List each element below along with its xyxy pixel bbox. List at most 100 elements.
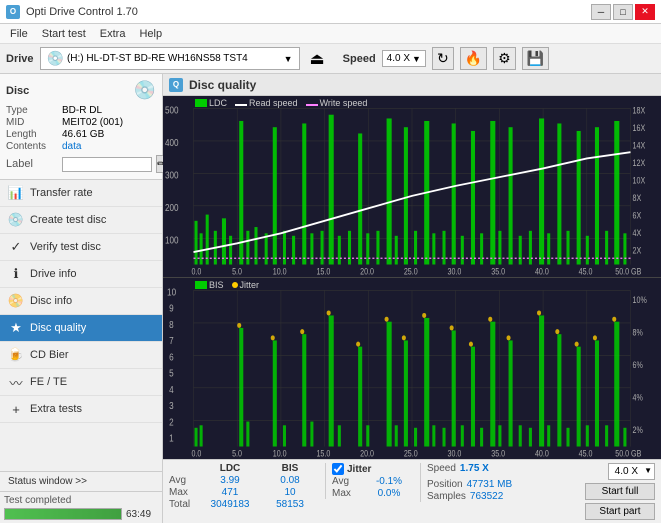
chart-header-icon: Q [169, 78, 183, 92]
avg-jitter-row: Avg -0.1% [332, 476, 414, 487]
position-value: 47731 MB [467, 479, 513, 490]
sidebar-item-cd-bier[interactable]: 🍺 CD Bier [0, 342, 162, 369]
transfer-rate-icon: 📊 [8, 185, 24, 201]
sidebar-item-extra-tests[interactable]: + Extra tests [0, 396, 162, 423]
speed-stat-value: 1.75 X [460, 463, 489, 474]
svg-text:6X: 6X [633, 211, 642, 221]
menu-file[interactable]: File [4, 27, 34, 41]
sidebar-item-drive-info[interactable]: ℹ Drive info [0, 261, 162, 288]
max-ldc-value: 471 [201, 487, 259, 498]
svg-text:5.0: 5.0 [232, 449, 242, 459]
svg-text:10%: 10% [633, 295, 647, 305]
svg-text:3: 3 [169, 400, 174, 411]
top-chart-legend: LDC Read speed Write speed [195, 98, 367, 108]
bottom-chart: 10 9 8 7 6 5 4 3 2 1 10% 8% 6% 4% 2% [163, 278, 661, 459]
burn-button[interactable]: 🔥 [460, 47, 487, 70]
speed-select-arrow: ▼ [644, 466, 652, 475]
maximize-button[interactable]: □ [613, 4, 633, 20]
svg-text:10: 10 [167, 287, 176, 298]
sidebar-item-transfer-rate[interactable]: 📊 Transfer rate [0, 180, 162, 207]
svg-text:4X: 4X [633, 228, 642, 238]
max-jitter-value: 0.0% [364, 488, 414, 499]
settings-button[interactable]: ⚙ [493, 47, 516, 70]
svg-text:50.0 GB: 50.0 GB [615, 267, 641, 277]
write-speed-legend-color [306, 104, 318, 106]
menu-extra[interactable]: Extra [94, 27, 132, 41]
menu-start-test[interactable]: Start test [36, 27, 92, 41]
jitter-header: Jitter [332, 463, 414, 475]
speed-select-dropdown[interactable]: 4.0 X ▼ [608, 463, 655, 480]
sidebar-item-label-extra-tests: Extra tests [30, 403, 82, 415]
total-bis-value: 58153 [261, 499, 319, 510]
status-window-button[interactable]: Status window >> [0, 471, 162, 491]
chart-panel: Q Disc quality [163, 74, 661, 523]
svg-text:10.0: 10.0 [273, 449, 287, 459]
disc-type-row: Type BD-R DL [6, 105, 156, 116]
svg-text:30.0: 30.0 [448, 449, 462, 459]
ldc-header: LDC [201, 463, 259, 474]
sidebar-item-label-create-test: Create test disc [30, 214, 106, 226]
svg-text:4%: 4% [633, 393, 643, 403]
sidebar-item-fe-te[interactable]: 〰 FE / TE [0, 369, 162, 396]
drive-selector[interactable]: 💿 (H:) HL-DT-ST BD-RE WH16NS58 TST4 ▼ [40, 47, 300, 70]
bis-legend: BIS [195, 280, 224, 290]
svg-text:50.0 GB: 50.0 GB [615, 449, 641, 459]
progress-bar-fill [5, 509, 121, 519]
status-completed-text: Test completed [4, 495, 71, 506]
sidebar-item-verify-test-disc[interactable]: ✓ Verify test disc [0, 234, 162, 261]
jitter-checkbox[interactable] [332, 463, 344, 475]
disc-contents-value[interactable]: data [62, 141, 81, 152]
jitter-header-label: Jitter [347, 464, 371, 475]
eject-button[interactable]: ⏏ [306, 49, 329, 69]
disc-label-input[interactable] [62, 157, 152, 172]
sidebar-item-create-test-disc[interactable]: 💿 Create test disc [0, 207, 162, 234]
sidebar-item-label-cd-bier: CD Bier [30, 349, 69, 361]
svg-text:9: 9 [169, 303, 174, 314]
start-full-button[interactable]: Start full [585, 483, 655, 500]
drive-disk-icon: 💿 [47, 50, 64, 67]
charts-wrapper: 500 400 300 200 100 18X 16X 14X 12X 10X … [163, 96, 661, 459]
disc-header: Disc 💿 [6, 80, 156, 101]
samples-label: Samples [427, 491, 466, 502]
start-part-button[interactable]: Start part [585, 503, 655, 520]
svg-text:40.0: 40.0 [535, 449, 549, 459]
avg-jitter-label: Avg [332, 476, 362, 487]
svg-text:5.0: 5.0 [232, 267, 242, 277]
svg-text:18X: 18X [633, 106, 646, 116]
close-button[interactable]: ✕ [635, 4, 655, 20]
minimize-button[interactable]: ─ [591, 4, 611, 20]
sidebar-item-disc-quality[interactable]: ★ Disc quality [0, 315, 162, 342]
extra-tests-icon: + [8, 401, 24, 417]
read-speed-legend: Read speed [235, 98, 298, 108]
svg-text:6: 6 [169, 352, 174, 363]
read-speed-legend-label: Read speed [249, 98, 298, 108]
svg-text:45.0: 45.0 [579, 449, 593, 459]
sidebar-item-disc-info[interactable]: 📀 Disc info [0, 288, 162, 315]
svg-text:2: 2 [169, 417, 174, 428]
svg-text:2X: 2X [633, 246, 642, 256]
avg-bis-value: 0.08 [261, 475, 319, 486]
menu-help[interactable]: Help [133, 27, 168, 41]
svg-text:8X: 8X [633, 193, 642, 203]
drive-info-icon: ℹ [8, 266, 24, 282]
speed-row: Speed 1.75 X [427, 463, 512, 474]
disc-length-value: 46.61 GB [62, 129, 104, 140]
stats-total-row: Total 3049183 58153 [169, 499, 319, 510]
main-content: Disc 💿 Type BD-R DL MID MEIT02 (001) Len… [0, 74, 661, 523]
speed-selector[interactable]: 4.0 X ▼ [382, 50, 426, 67]
svg-text:100: 100 [165, 235, 179, 246]
stats-table: LDC BIS Avg 3.99 0.08 Max 471 10 Total [169, 463, 319, 510]
progress-bar-row: 63:49 [4, 508, 158, 520]
read-speed-legend-color [235, 104, 247, 106]
svg-text:35.0: 35.0 [491, 267, 505, 277]
sidebar-item-label-disc-quality: Disc quality [30, 322, 86, 334]
write-speed-legend: Write speed [306, 98, 368, 108]
save-button[interactable]: 💾 [522, 47, 549, 70]
refresh-button[interactable]: ↻ [432, 47, 454, 70]
ldc-legend: LDC [195, 98, 227, 108]
speed-stat-label: Speed [427, 463, 456, 474]
ldc-legend-color [195, 99, 207, 107]
svg-text:25.0: 25.0 [404, 449, 418, 459]
disc-length-row: Length 46.61 GB [6, 129, 156, 140]
drive-label: Drive [6, 53, 34, 65]
